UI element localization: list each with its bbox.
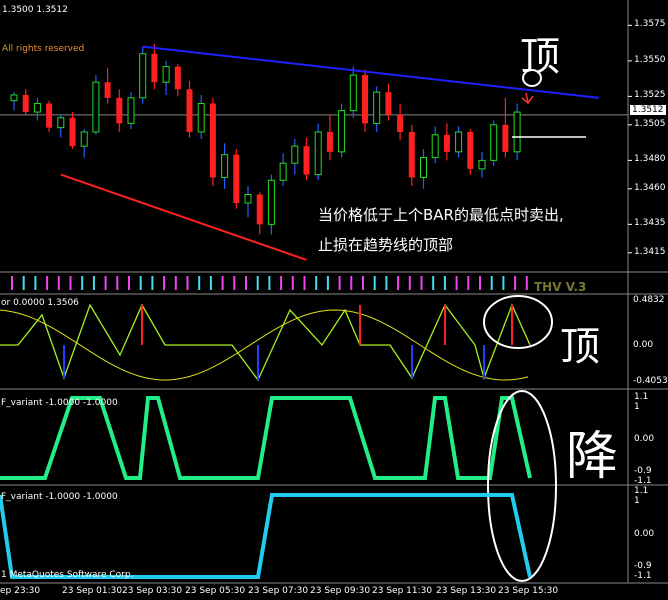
- candle-body: [57, 117, 65, 129]
- sell-arrow: [521, 92, 534, 105]
- candle-body: [314, 131, 322, 176]
- time-tick-label: 23 Sep 03:30: [122, 586, 183, 596]
- price-tick-label: 1.3575: [634, 19, 666, 30]
- variant2-tick-3: 0.00: [634, 529, 655, 539]
- handwritten-osc-circle: [483, 295, 553, 349]
- candle-body: [69, 117, 76, 147]
- time-tick-label: 23 Sep 07:30: [248, 586, 309, 596]
- oscillator-slow-line: [0, 309, 529, 381]
- price-tick-label: 1.3415: [634, 246, 666, 257]
- price-chart[interactable]: [0, 0, 668, 600]
- footer-copyright: 1 MetaQuotes Software Corp.: [1, 570, 134, 580]
- candle-body: [127, 97, 135, 124]
- osc-label: or 0.0000 1.3506: [1, 298, 79, 308]
- variant1-tick-4: -0.9: [634, 466, 652, 476]
- candle-body: [10, 94, 18, 102]
- oscillator-line: [0, 303, 531, 382]
- time-tick-label: 23 Sep 11:30: [372, 586, 433, 596]
- candle-body: [443, 134, 450, 152]
- candle-body: [209, 103, 216, 178]
- variant1-tick-2: 1: [634, 402, 640, 412]
- price-tick-label: 1.3505: [634, 118, 666, 129]
- candle-body: [349, 74, 357, 112]
- copyright-label: All rights reserved: [2, 44, 85, 54]
- candle-body: [256, 194, 263, 225]
- candle-body: [431, 134, 439, 159]
- candle-body: [46, 103, 53, 128]
- candle-body: [139, 53, 147, 99]
- variant2-tick-4: -0.9: [634, 561, 652, 571]
- candle-body: [467, 131, 474, 169]
- osc-tick-zero: 0.00: [633, 340, 654, 350]
- candle-body: [151, 53, 158, 83]
- variant1-line: [0, 396, 532, 480]
- candle-body: [338, 110, 346, 153]
- candle-body: [162, 66, 170, 83]
- candle-body: [326, 131, 333, 152]
- candle-body: [116, 97, 123, 124]
- handwritten-top-label: 顶: [520, 34, 560, 80]
- variant1-tick-5: -1.1: [634, 476, 652, 486]
- candle-body: [408, 131, 415, 178]
- candle-body: [80, 131, 88, 147]
- candle-body: [174, 66, 181, 90]
- candle-body: [385, 92, 392, 115]
- thv-title: THV V.3: [534, 280, 587, 294]
- price-tick-label: 1.3480: [634, 154, 666, 165]
- candle-body: [221, 154, 229, 178]
- candle-body: [420, 157, 427, 178]
- candle-body: [362, 75, 368, 124]
- price-tick-label: 1.3550: [634, 54, 666, 65]
- handwritten-osc-top: 顶: [560, 324, 600, 370]
- variant1-tick-3: 0.00: [634, 434, 655, 444]
- candle-body: [291, 145, 299, 164]
- variant1-label: F_variant -1.0000 -1.0000: [1, 398, 118, 408]
- variant2-tick-1: 1.1: [634, 486, 649, 496]
- variant2-line: [0, 493, 532, 579]
- variant1-tick-1: 1.1: [634, 392, 649, 402]
- time-tick-label: 23 Sep 09:30: [310, 586, 371, 596]
- candle-body: [373, 91, 381, 124]
- candle-body: [33, 103, 41, 113]
- variant2-tick-2: 1: [634, 496, 640, 506]
- strategy-note-line2: 止损在趋势线的顶部: [318, 236, 454, 254]
- candle-body: [104, 82, 111, 98]
- variant2-label: F_variant -1.0000 -1.0000: [1, 492, 118, 502]
- candle-body: [279, 162, 287, 181]
- time-tick-label: 23 Sep 01:30: [62, 586, 123, 596]
- variant2-tick-5: -1.1: [634, 571, 652, 581]
- candle-body: [303, 146, 310, 175]
- time-tick-label: ep 23:30: [0, 586, 41, 596]
- candle-body: [502, 124, 509, 152]
- candle-body: [478, 159, 486, 170]
- time-tick-label: 23 Sep 13:30: [436, 586, 497, 596]
- candle-body: [197, 103, 205, 133]
- candle-body: [455, 131, 463, 153]
- price-tick-label: 1.3460: [634, 182, 666, 193]
- candle-body: [267, 179, 275, 225]
- time-tick-label: 23 Sep 15:30: [498, 586, 559, 596]
- current-price-tag: 1.3512: [630, 105, 666, 115]
- price-tick-label: 1.3435: [634, 218, 666, 229]
- ohlc-readout: 1.3500 1.3512: [2, 5, 68, 15]
- candle-body: [233, 154, 240, 204]
- candle-body: [22, 94, 29, 113]
- candle-body: [92, 81, 100, 133]
- price-tick-label: 1.3525: [634, 90, 666, 101]
- osc-tick-bottom: -0.4053: [633, 376, 668, 386]
- candle-body: [490, 124, 498, 161]
- candle-body: [186, 89, 193, 132]
- osc-tick-top: 0.4832: [633, 295, 665, 305]
- handwritten-down-label: 降: [566, 427, 619, 487]
- handwritten-variant-circle: [487, 390, 557, 582]
- candle-body: [513, 111, 521, 153]
- candle-body: [397, 114, 404, 132]
- strategy-note-line1: 当价格低于上个BAR的最低点时卖出,: [318, 206, 564, 224]
- candle-body: [244, 193, 252, 204]
- time-tick-label: 23 Sep 05:30: [185, 586, 246, 596]
